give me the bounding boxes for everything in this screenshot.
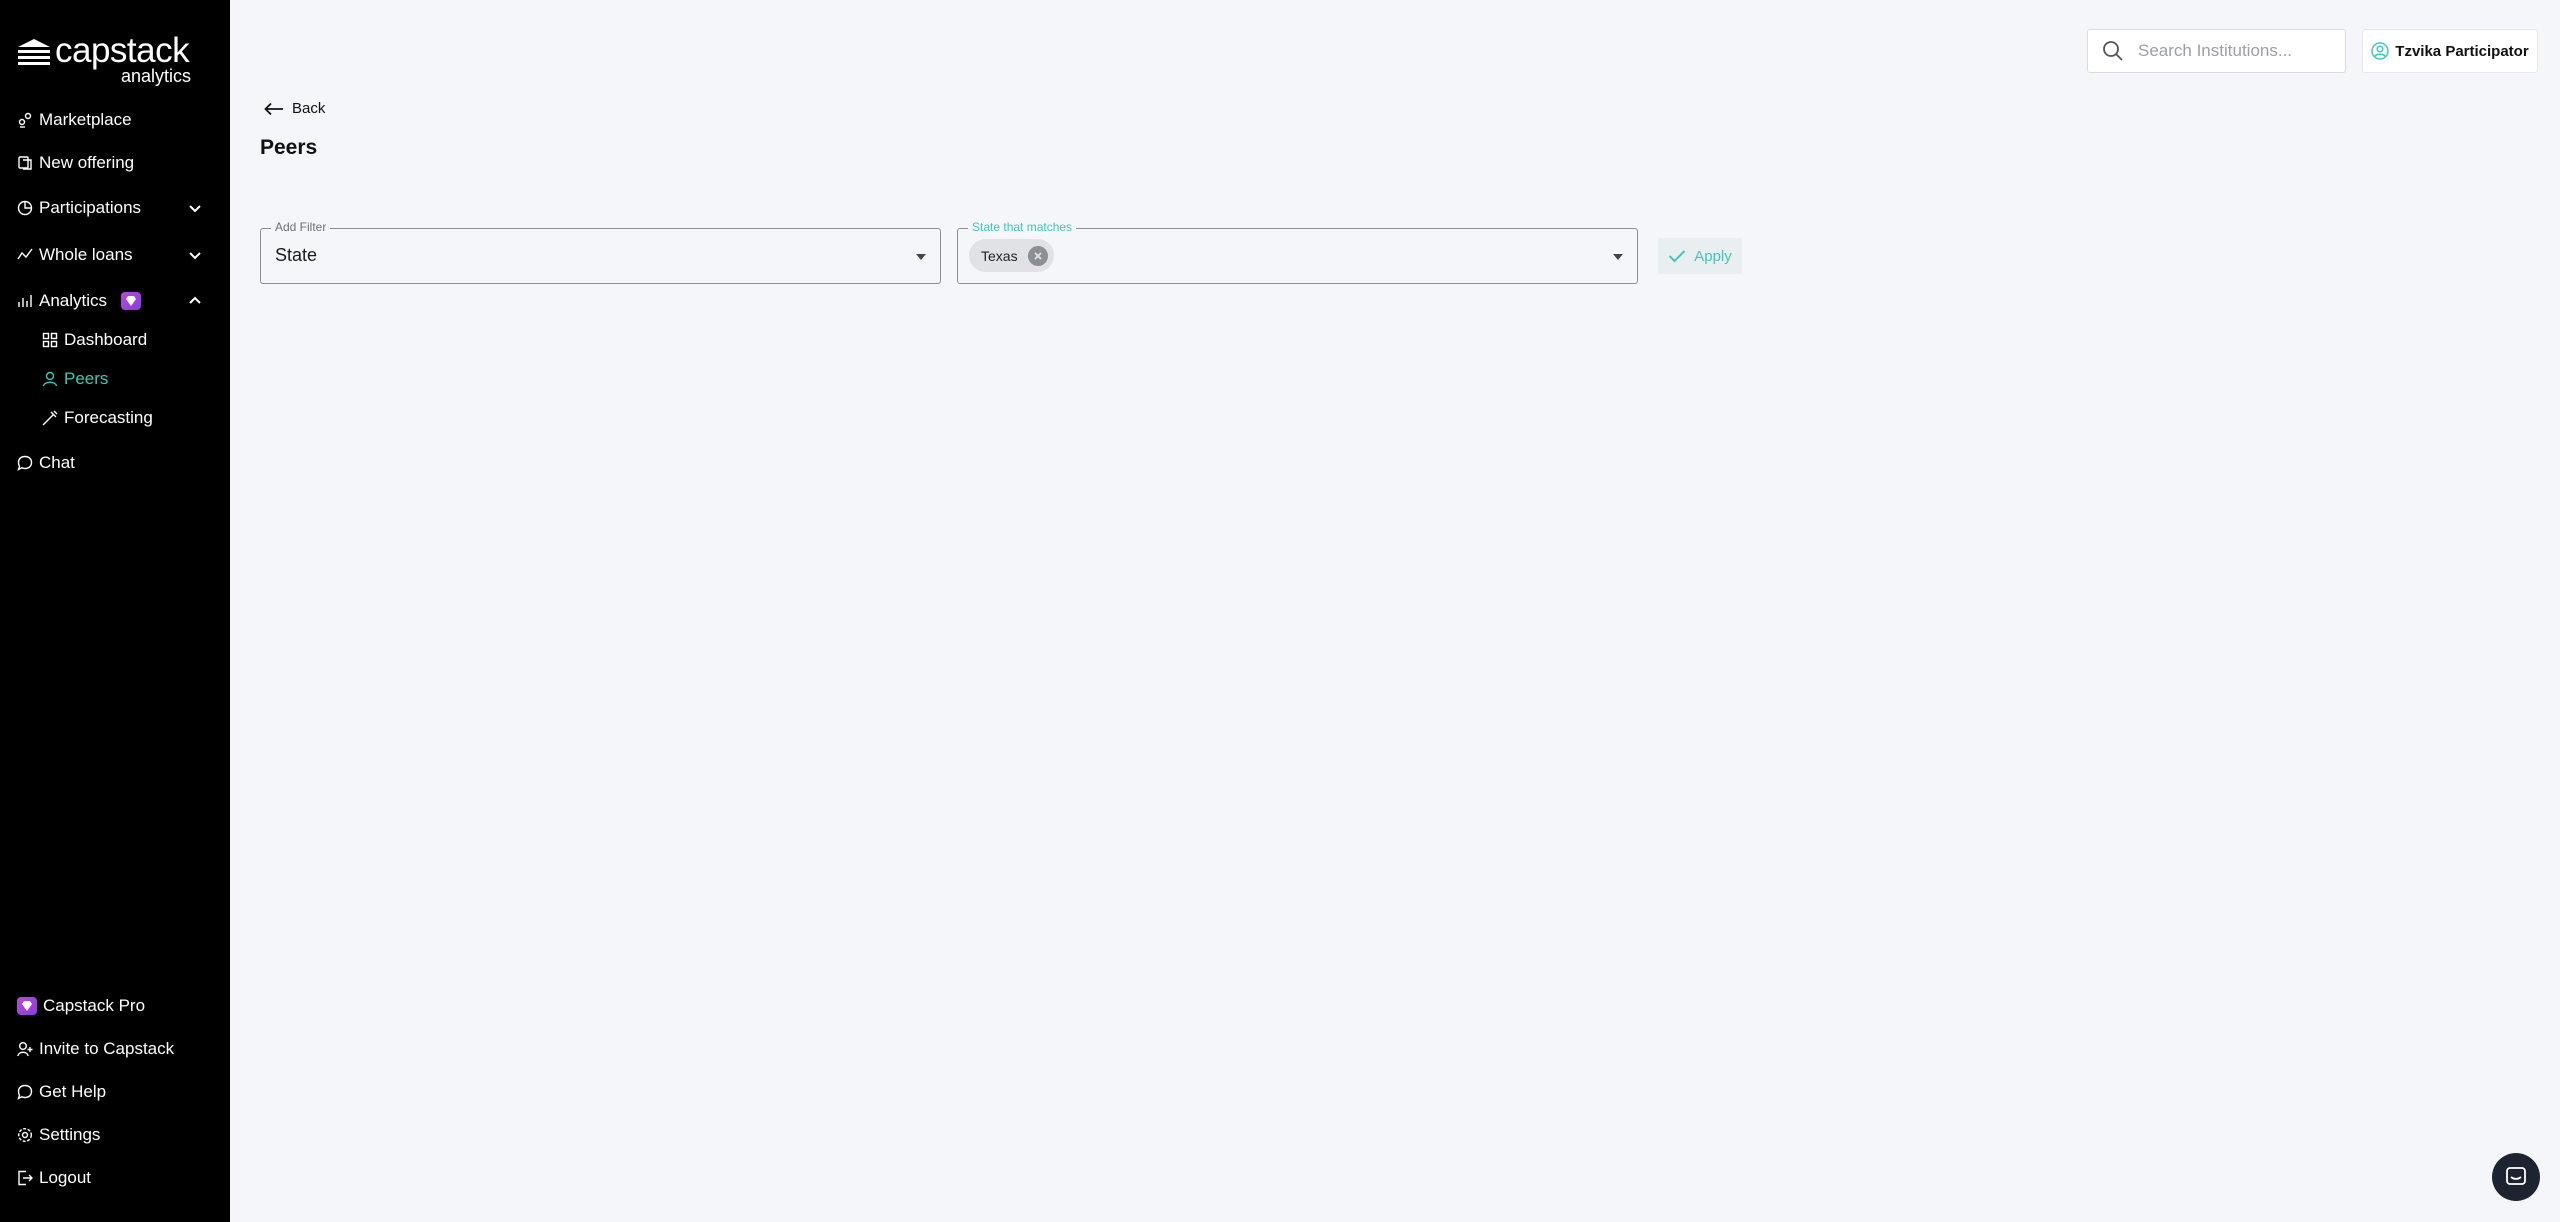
sidebar-item-label: Invite to Capstack [39, 1039, 175, 1058]
sidebar-item-label: Forecasting [64, 408, 153, 427]
apply-label: Apply [1694, 247, 1732, 265]
gem-icon [126, 296, 137, 306]
forecasting-icon [42, 410, 58, 426]
sidebar-item-get-help[interactable]: Get Help [17, 1077, 203, 1107]
sidebar-item-new-offering[interactable]: New offering [17, 148, 203, 178]
filter-chip-texas: Texas [969, 239, 1054, 272]
sidebar-item-label: Analytics [39, 291, 108, 310]
sidebar-item-label: Logout [39, 1168, 91, 1187]
sidebar-item-label: Dashboard [64, 330, 148, 349]
chip-remove-button[interactable] [1027, 245, 1048, 266]
search-input[interactable] [2138, 41, 2338, 61]
invite-icon [17, 1042, 33, 1057]
sidebar-item-label: Whole loans [39, 245, 133, 264]
dropdown-caret-icon [1613, 254, 1623, 260]
logo-mark-icon [18, 39, 50, 65]
logo-subtitle: analytics [120, 66, 191, 86]
page-title: Peers [260, 136, 318, 159]
logout-icon [18, 1170, 33, 1186]
sidebar-item-label: Peers [64, 369, 109, 388]
state-matches-select[interactable]: State that matches Texas [957, 219, 1638, 284]
chevron-down-icon[interactable] [187, 200, 203, 216]
add-filter-select[interactable]: Add Filter State [260, 219, 941, 284]
check-icon [1669, 250, 1686, 263]
back-link[interactable]: Back [264, 100, 325, 117]
close-icon [1033, 251, 1042, 260]
sidebar-item-settings[interactable]: Settings [17, 1120, 203, 1150]
sidebar-item-label: Marketplace [39, 110, 132, 129]
settings-icon [17, 1127, 33, 1143]
sidebar-item-label: Chat [39, 453, 75, 472]
dashboard-icon [42, 332, 58, 348]
support-chat-button[interactable] [2492, 1153, 2540, 1201]
help-icon [17, 1084, 33, 1100]
chat-icon [17, 455, 33, 471]
participations-icon [17, 200, 33, 216]
sidebar: capstack analytics Marketplace New offer… [0, 0, 230, 1222]
chat-bubble-icon [2506, 1167, 2526, 1185]
sidebar-item-participations[interactable]: Participations [17, 193, 203, 223]
sidebar-item-label: Capstack Pro [43, 996, 146, 1015]
sidebar-item-label: New offering [39, 153, 135, 172]
sidebar-item-whole-loans[interactable]: Whole loans [17, 240, 203, 270]
pro-badge [121, 292, 142, 310]
sidebar-item-label: Settings [39, 1125, 101, 1144]
sidebar-item-marketplace[interactable]: Marketplace [17, 105, 203, 135]
analytics-icon [18, 295, 32, 307]
user-icon [2371, 42, 2390, 60]
user-menu-button[interactable]: Tzvika Participator [2362, 29, 2538, 73]
sidebar-item-chat[interactable]: Chat [17, 448, 203, 478]
capstack-logo[interactable]: capstack analytics [17, 30, 197, 86]
apply-button[interactable]: Apply [1658, 238, 1742, 274]
add-filter-value: State [275, 245, 318, 265]
search-icon [2103, 41, 2123, 61]
state-matches-label: State that matches [968, 219, 1077, 235]
chip-label: Texas [981, 247, 1018, 264]
whole-loans-icon [17, 248, 33, 260]
sidebar-item-peers[interactable]: Peers [42, 364, 202, 394]
marketplace-icon [18, 112, 32, 128]
sidebar-item-logout[interactable]: Logout [17, 1163, 203, 1193]
add-filter-label: Add Filter [271, 219, 331, 235]
sidebar-item-dashboard[interactable]: Dashboard [42, 325, 202, 355]
user-name: Tzvika Participator [2395, 42, 2529, 60]
sidebar-item-forecasting[interactable]: Forecasting [42, 403, 202, 433]
back-label: Back [292, 100, 326, 117]
new-offering-icon [18, 156, 32, 170]
institution-search[interactable] [2087, 29, 2346, 73]
dropdown-caret-icon [916, 254, 926, 260]
sidebar-item-label: Participations [39, 198, 142, 217]
sidebar-item-capstack-pro[interactable]: Capstack Pro [17, 991, 203, 1021]
sidebar-item-analytics[interactable]: Analytics [17, 286, 203, 316]
sidebar-item-label: Get Help [39, 1082, 107, 1101]
arrow-left-icon [264, 102, 283, 115]
chevron-up-icon[interactable] [187, 293, 203, 309]
pro-gem-icon [17, 997, 37, 1015]
peers-icon [42, 371, 58, 387]
chevron-down-icon[interactable] [187, 247, 203, 263]
sidebar-item-invite[interactable]: Invite to Capstack [17, 1034, 203, 1064]
